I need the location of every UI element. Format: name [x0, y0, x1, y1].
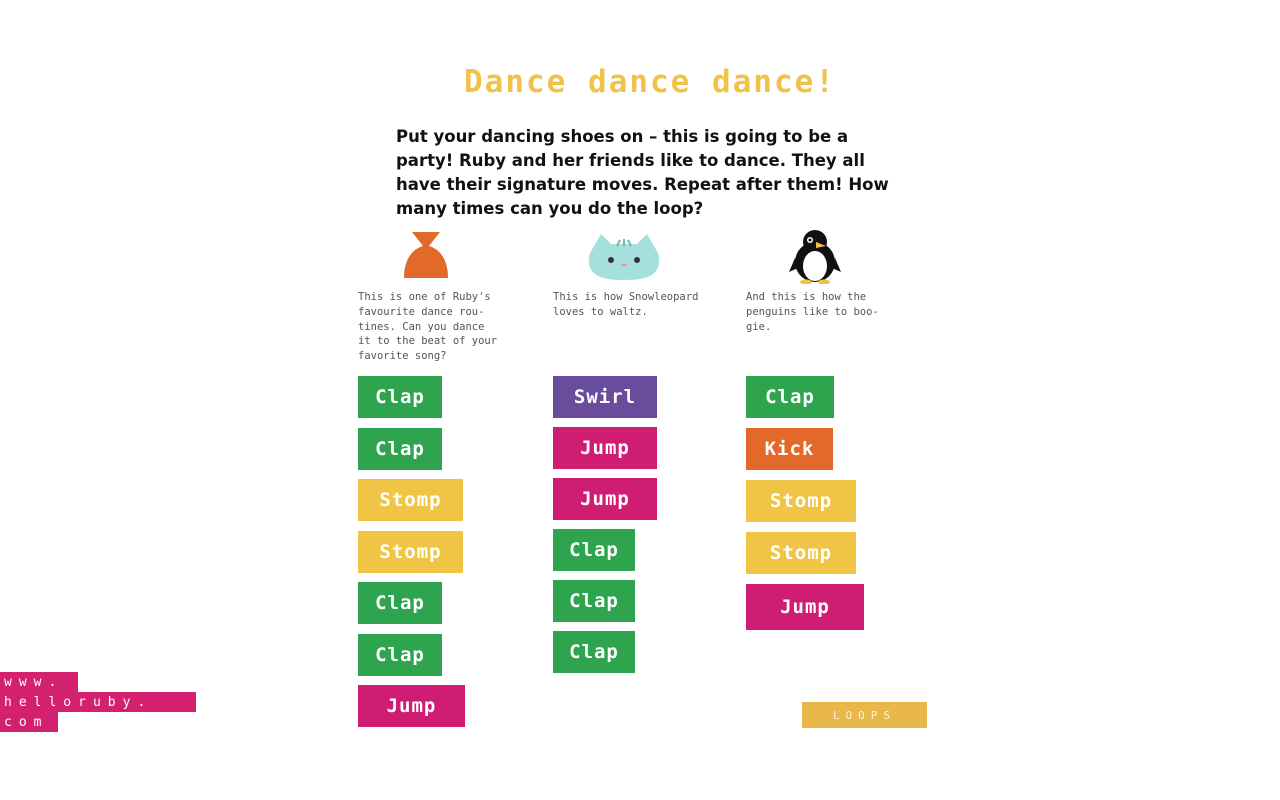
snowleopard-icon: [588, 234, 660, 280]
move-clap-block[interactable]: Clap: [746, 376, 834, 418]
loops-button[interactable]: LOOPS: [802, 702, 927, 728]
snowleopard-description: This is how Snowleopard loves to waltz.: [553, 291, 699, 318]
move-swirl-block[interactable]: Swirl: [553, 376, 657, 418]
move-stomp-block[interactable]: Stomp: [746, 480, 856, 522]
ruby-description: This is one of Ruby's favourite dance ro…: [358, 291, 498, 363]
logo-line-1: www.: [4, 675, 64, 690]
ruby-bow-icon: [404, 232, 448, 278]
intro-text: Put your dancing shoes on – this is goin…: [396, 127, 889, 218]
move-clap-block[interactable]: Clap: [553, 529, 635, 571]
move-jump-block[interactable]: Jump: [746, 584, 864, 630]
move-stomp-block[interactable]: Stomp: [746, 532, 856, 574]
logo-line-3: com: [4, 715, 49, 730]
move-stomp-block[interactable]: Stomp: [358, 479, 463, 521]
penguin-icon: [789, 230, 841, 284]
move-kick-block[interactable]: Kick: [746, 428, 833, 470]
logo-line-2: helloruby.: [4, 695, 153, 710]
move-stomp-block[interactable]: Stomp: [358, 530, 463, 573]
move-clap-block[interactable]: Clap: [553, 631, 635, 673]
move-jump-block[interactable]: Jump: [358, 685, 465, 727]
move-clap-block[interactable]: Clap: [553, 580, 635, 622]
move-clap-block[interactable]: Clap: [358, 376, 442, 418]
penguin-description: And this is how the penguins like to boo…: [746, 291, 879, 333]
move-jump-block[interactable]: Jump: [553, 427, 657, 469]
move-clap-block[interactable]: Clap: [358, 582, 442, 624]
move-jump-block[interactable]: Jump: [553, 478, 657, 520]
page-title: Dance dance dance!: [464, 64, 836, 100]
move-clap-block[interactable]: Clap: [358, 427, 442, 470]
move-clap-block[interactable]: Clap: [358, 633, 442, 676]
